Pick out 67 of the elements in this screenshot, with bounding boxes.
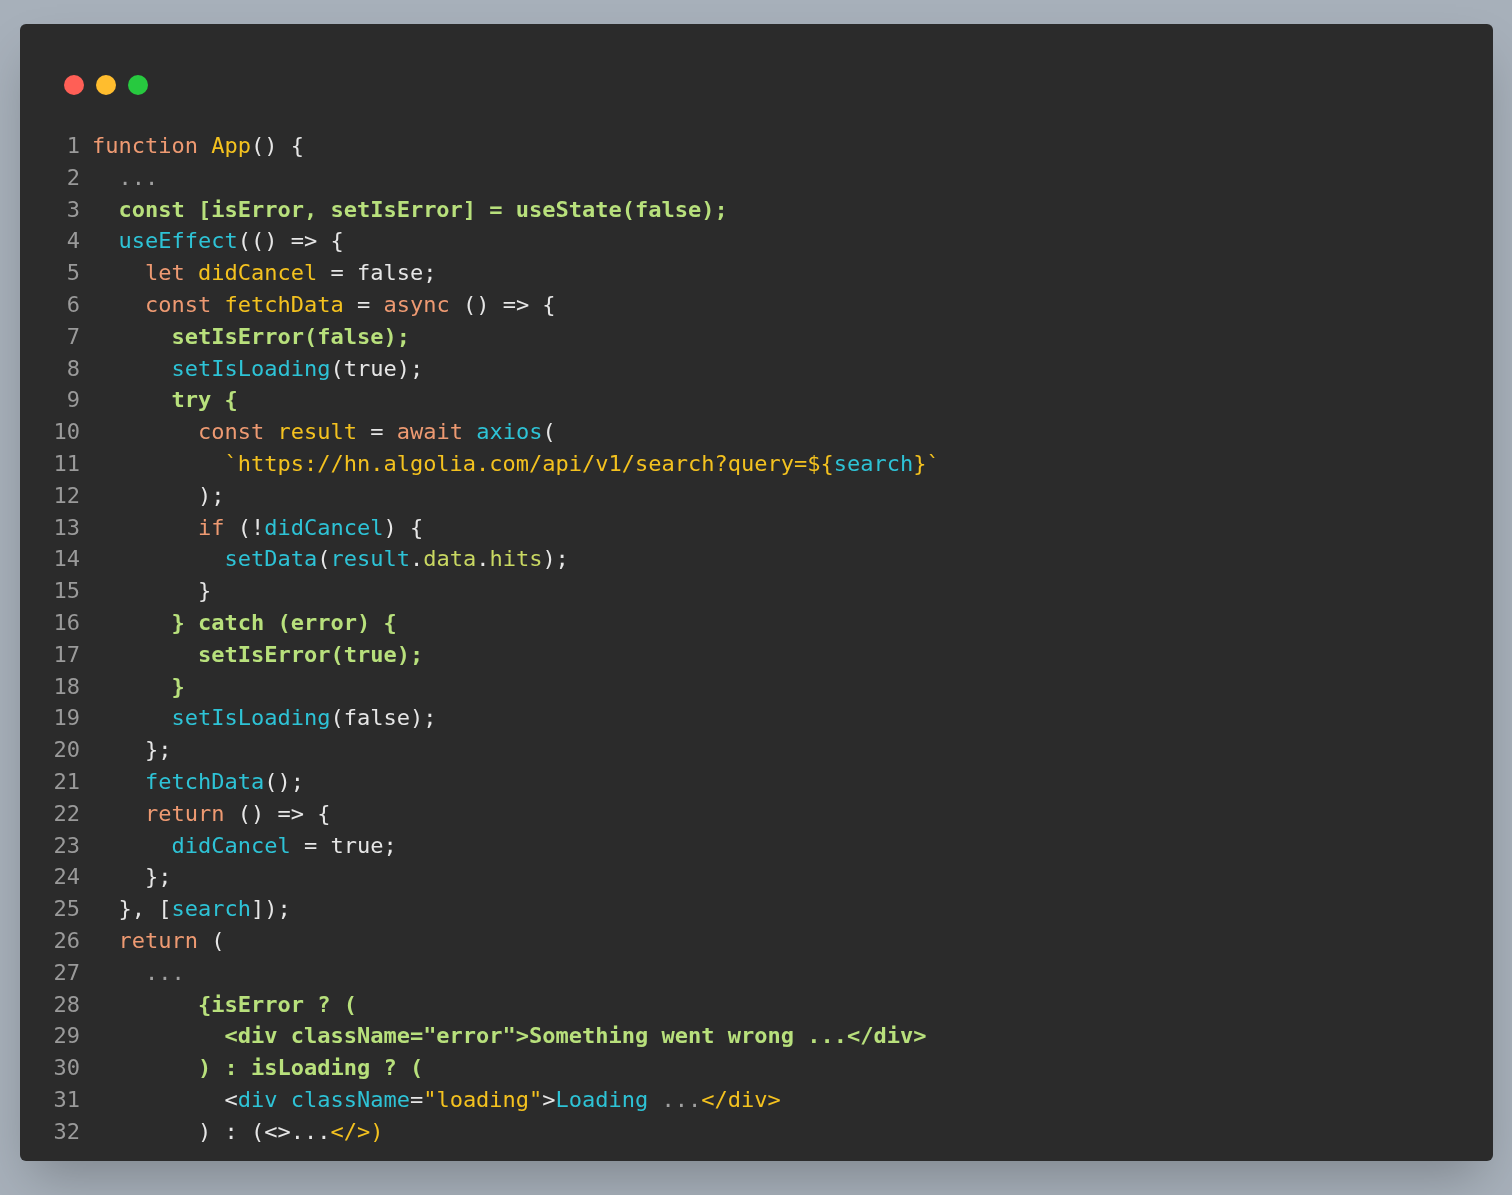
code-line: } catch (error) { — [170, 608, 397, 637]
code-line: setIsLoading(false); — [170, 704, 437, 733]
code-line: fetchData(); — [143, 767, 304, 796]
line-number: 12 — [52, 481, 80, 510]
code-line: <div className="loading">Loading ...</div> — [223, 1085, 781, 1114]
code-line: return () => { — [143, 799, 331, 828]
line-number: 29 — [52, 1022, 80, 1051]
code-line: didCancel = true; — [170, 831, 397, 860]
line-number: 27 — [52, 958, 80, 987]
line-number: 21 — [52, 767, 80, 796]
minimize-button[interactable] — [96, 75, 116, 95]
line-number: 4 — [65, 227, 80, 256]
line-number: 1 — [65, 132, 80, 160]
code-line: }; — [143, 736, 172, 765]
code-line: ... — [117, 163, 159, 192]
code-line: setIsError(false); — [170, 322, 410, 351]
line-number: 8 — [65, 354, 80, 383]
line-number: 13 — [52, 513, 80, 542]
code-line: ) : (<>...</>) — [196, 1117, 384, 1146]
code-line: ) : isLoading ? ( — [196, 1054, 424, 1083]
line-number: 7 — [65, 322, 80, 351]
line-number: 32 — [52, 1117, 80, 1146]
line-number: 25 — [52, 895, 80, 924]
line-number: 28 — [52, 990, 80, 1019]
code-line: } — [196, 577, 212, 606]
line-number: 3 — [65, 195, 80, 224]
line-number: 23 — [52, 831, 80, 860]
code-line: }, [search]); — [117, 895, 291, 924]
code-line: setIsError(true); — [196, 640, 424, 669]
code-line: try { — [170, 386, 238, 415]
line-number: 19 — [52, 704, 80, 733]
code-line: return ( — [117, 926, 225, 955]
code-line: useEffect(() => { — [117, 227, 344, 256]
close-button[interactable] — [64, 75, 84, 95]
line-number: 16 — [52, 608, 80, 637]
code-line: }; — [143, 863, 172, 892]
line-number: 18 — [52, 672, 80, 701]
code-line: } — [170, 672, 185, 701]
code-line: let didCancel = false; — [143, 259, 437, 288]
code-line: ... — [143, 958, 185, 987]
line-number: 26 — [52, 926, 80, 955]
line-number: 10 — [52, 418, 80, 447]
line-number: 22 — [52, 799, 80, 828]
code-line: ); — [196, 481, 225, 510]
line-number: 31 — [52, 1085, 80, 1114]
line-number: 30 — [52, 1054, 80, 1083]
line-number: 11 — [52, 449, 80, 478]
code-line: <div className="error">Something went wrong ...</div> — [223, 1022, 927, 1051]
zoom-button[interactable] — [128, 75, 148, 95]
code-line: const fetchData = async () => { — [143, 291, 556, 319]
line-number: 9 — [65, 386, 80, 415]
line-number: 5 — [65, 259, 80, 288]
line-number: 20 — [52, 736, 80, 765]
line-number: 17 — [52, 640, 80, 669]
code-line: setData(result.data.hits); — [223, 545, 569, 574]
code-line: const [isError, setIsError] = useState(false); — [117, 195, 728, 224]
line-number: 6 — [65, 291, 80, 319]
code-line: setIsLoading(true); — [170, 354, 424, 383]
code-line: const result = await axios( — [196, 418, 556, 447]
code-line: if (!didCancel) { — [196, 513, 424, 542]
code-line: `https://hn.algolia.com/api/v1/search?query=${search}` — [223, 449, 940, 478]
code-line: function App() { — [92, 132, 304, 160]
line-number: 2 — [65, 163, 80, 192]
line-number: 14 — [52, 545, 80, 574]
code-line: {isError ? ( — [196, 990, 357, 1019]
line-number: 24 — [52, 863, 80, 892]
line-number: 15 — [52, 577, 80, 606]
